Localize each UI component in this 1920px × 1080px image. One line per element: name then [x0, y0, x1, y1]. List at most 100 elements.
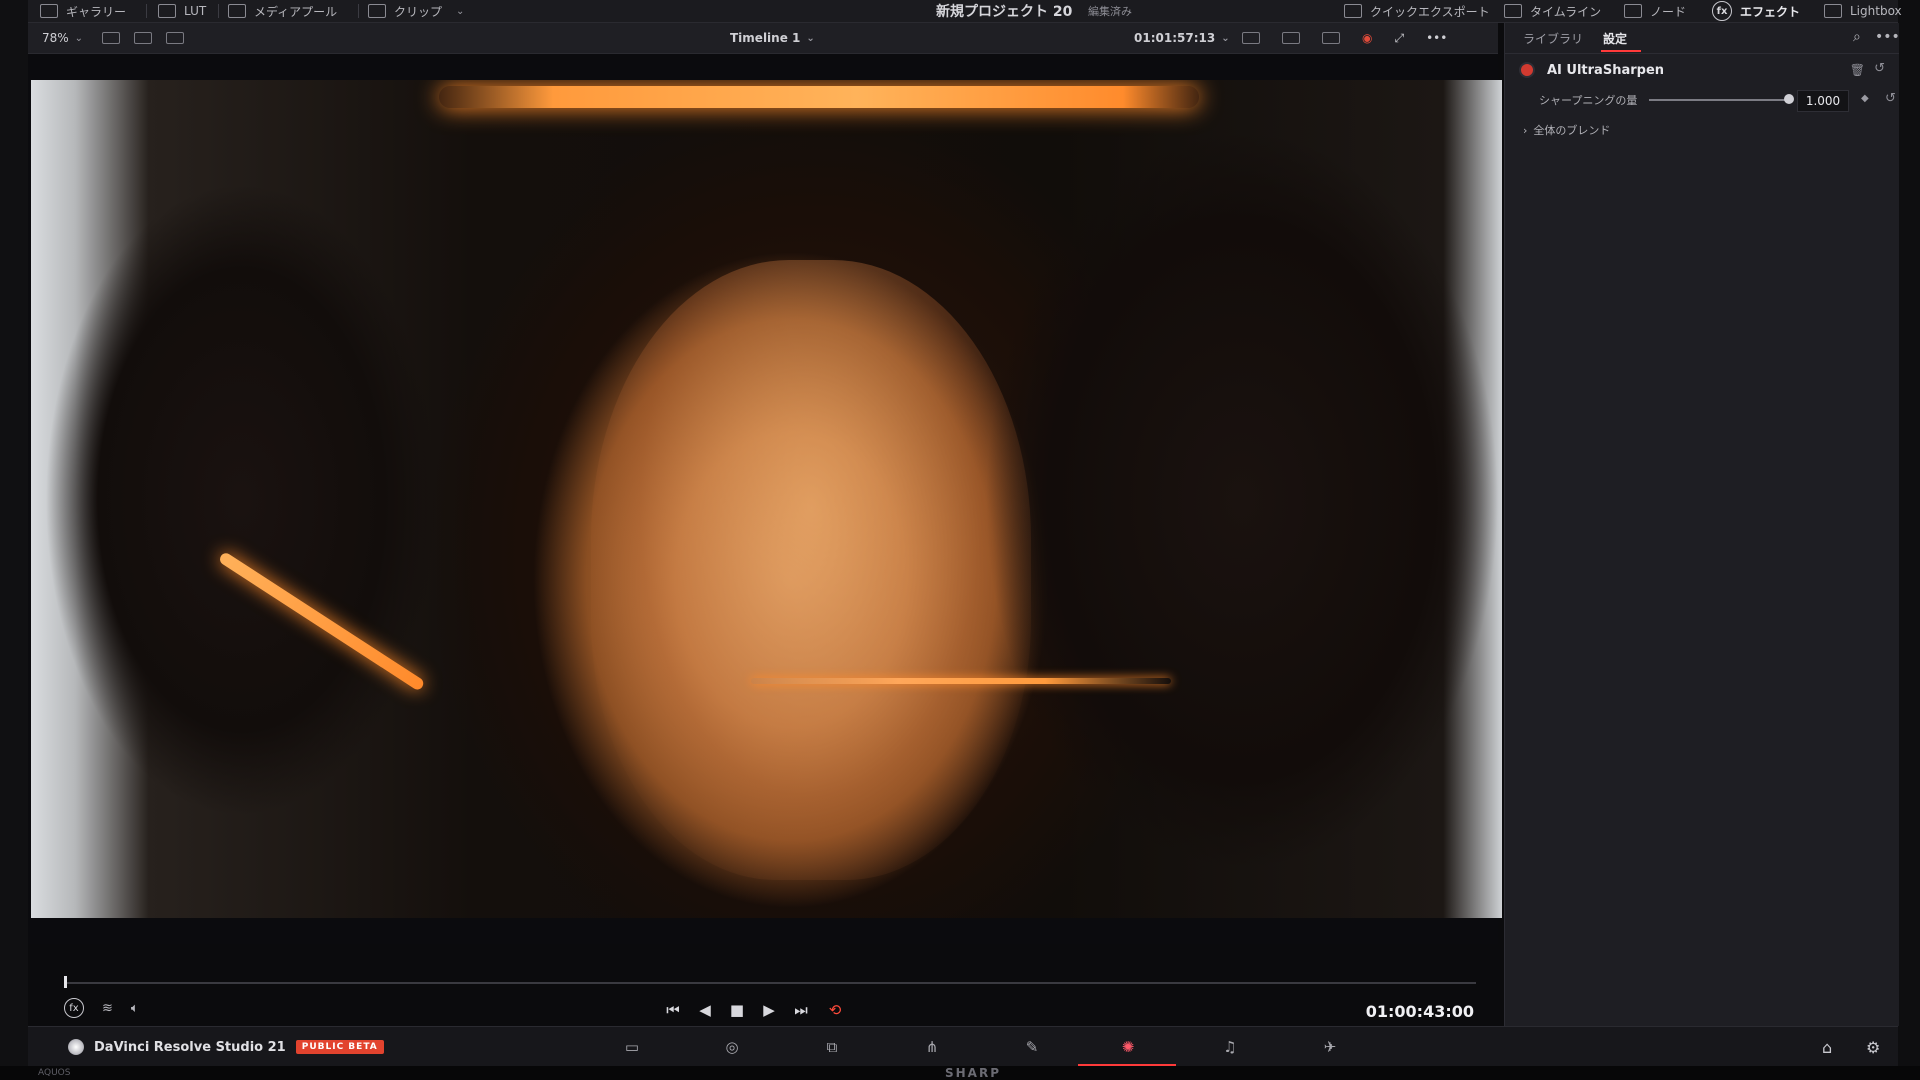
timeline-name: Timeline 1	[730, 31, 801, 45]
single-viewer-icon[interactable]	[102, 32, 120, 44]
viewer-tool-icons: ◉ ⤢ •••	[1242, 23, 1447, 53]
sharpen-amount-row: シャープニングの量 1.000 ◆ ↺	[1539, 89, 1896, 112]
timeline-button[interactable]: タイムライン	[1504, 0, 1601, 22]
deliver-page-icon[interactable]: ✈	[1300, 1027, 1360, 1067]
safe-area-icon[interactable]	[1242, 32, 1260, 44]
image-shade-left	[31, 80, 451, 918]
timeline-icon	[1504, 4, 1522, 18]
effects-button[interactable]: fx エフェクト	[1712, 0, 1800, 22]
more-options-icon[interactable]: •••	[1426, 31, 1447, 45]
public-beta-badge: PUBLIC BETA	[295, 1040, 384, 1054]
page-navigation-bar: DaVinci Resolve Studio 21 PUBLIC BETA ▭ …	[28, 1026, 1898, 1067]
viewer-timecode: 01:01:57:13	[1134, 31, 1216, 45]
inspector-tabs: ライブラリ 設定 ⌕ •••	[1505, 23, 1900, 54]
fx-icon: fx	[1712, 1, 1732, 21]
transport-bar: fx ≋ 🔈︎ ⏮︎ ◀ ■ ▶ ⏭︎ ⟲ 01:00:43:00	[28, 964, 1498, 1024]
divider	[358, 4, 359, 18]
lightbox-label: Lightbox	[1850, 4, 1902, 18]
node-button[interactable]: ノード	[1624, 0, 1686, 22]
media-page-icon[interactable]: ▭	[602, 1027, 662, 1067]
gallery-button[interactable]: ギャラリー	[40, 0, 126, 22]
viewer-toolbar: 78% ⌄ Timeline 1 ⌄ 01:01:57:13 ⌄ ◉ ⤢ •••	[28, 23, 1498, 54]
lightbox-button[interactable]: Lightbox	[1824, 0, 1902, 22]
clip-label: クリップ	[394, 4, 443, 19]
more-options-icon[interactable]: •••	[1875, 29, 1900, 45]
reset-icon[interactable]: ↺	[1885, 91, 1896, 106]
chevron-down-icon: ⌄	[456, 5, 465, 17]
timecode-dropdown[interactable]: 01:01:57:13 ⌄	[1134, 23, 1230, 53]
monitor-bezel-right	[1898, 0, 1920, 1080]
viewer-mode-icon[interactable]	[1282, 32, 1300, 44]
top-menu-bar: ギャラリー LUT メディアプール クリップ ⌄ 新規プロジェクト 20 編集済…	[28, 0, 1902, 23]
playhead[interactable]	[64, 976, 67, 988]
gallery-label: ギャラリー	[66, 4, 127, 19]
clip-button[interactable]: クリップ ⌄	[368, 0, 464, 22]
app-branding: DaVinci Resolve Studio 21 PUBLIC BETA	[68, 1027, 384, 1067]
slider-fill	[1649, 99, 1789, 101]
quick-export-button[interactable]: クイックエクスポート	[1344, 0, 1490, 22]
transform-icon[interactable]	[1322, 32, 1340, 44]
effect-header: AI UltraSharpen 🗑︎ ↺	[1519, 59, 1885, 81]
split-viewer-icon[interactable]	[166, 32, 184, 44]
node-label: ノード	[1650, 4, 1687, 19]
slider-handle[interactable]	[1784, 94, 1794, 104]
fairlight-page-icon[interactable]: ♫	[1200, 1027, 1260, 1067]
param-label: シャープニングの量	[1539, 94, 1638, 107]
monitor-bezel-left	[0, 0, 28, 1080]
divider	[146, 4, 147, 18]
skip-to-start-button[interactable]: ⏮︎	[662, 1001, 684, 1019]
export-icon	[1344, 4, 1362, 18]
layers-icon[interactable]: ≋	[102, 1001, 113, 1016]
color-page-icon[interactable]: ✎	[1002, 1027, 1062, 1067]
timeline-selector[interactable]: Timeline 1 ⌄	[730, 23, 815, 53]
play-button[interactable]: ▶	[758, 1001, 780, 1019]
stop-button[interactable]: ■	[726, 1001, 748, 1019]
zoom-value: 78%	[42, 31, 69, 45]
skip-to-end-button[interactable]: ⏭︎	[790, 1001, 812, 1019]
fullscreen-icon[interactable]: ⤢	[1394, 31, 1404, 46]
media-pool-button[interactable]: メディアプール	[228, 0, 337, 22]
edit-page-icon[interactable]: ⧉	[802, 1027, 862, 1067]
chevron-right-icon: ›	[1523, 123, 1528, 137]
lut-icon	[158, 4, 176, 18]
effect-enable-toggle[interactable]	[1519, 62, 1535, 78]
monitor-brand-label: SHARP	[945, 1066, 1002, 1080]
reverse-play-button[interactable]: ◀	[694, 1001, 716, 1019]
node-icon	[1624, 4, 1642, 18]
zoom-dropdown[interactable]: 78% ⌄	[42, 23, 83, 53]
reset-icon[interactable]: ↺	[1874, 61, 1885, 76]
color-picker-icon[interactable]: ◉	[1362, 31, 1372, 45]
viewer-left-controls: fx ≋ 🔈︎	[64, 998, 139, 1018]
global-blend-section[interactable]: › 全体のブレンド	[1523, 119, 1610, 141]
tab-settings[interactable]: 設定	[1603, 23, 1627, 53]
inspector-panel: ライブラリ 設定 ⌕ ••• AI UltraSharpen 🗑︎ ↺ シャープ…	[1504, 23, 1900, 1026]
loop-button[interactable]: ⟲	[824, 1001, 846, 1019]
chevron-down-icon: ⌄	[1221, 32, 1230, 44]
fx-bypass-icon[interactable]: fx	[64, 998, 84, 1018]
blend-label: 全体のブレンド	[1533, 124, 1611, 137]
sharpen-amount-input[interactable]: 1.000	[1797, 90, 1849, 112]
quick-export-label: クイックエクスポート	[1370, 4, 1490, 19]
lightbox-icon	[1824, 4, 1842, 18]
keyframe-icon[interactable]: ◆	[1861, 93, 1869, 104]
grid-viewer-icon[interactable]	[134, 32, 152, 44]
settings-gear-icon[interactable]: ⚙	[1866, 1027, 1880, 1067]
image-shade-right	[982, 80, 1502, 918]
transport-timecode: 01:00:43:00	[1365, 1002, 1474, 1021]
viewer-image[interactable]	[31, 80, 1502, 918]
app-name: DaVinci Resolve Studio 21	[94, 1039, 286, 1055]
tab-library[interactable]: ライブラリ	[1523, 23, 1583, 53]
scrubber-track[interactable]	[64, 982, 1476, 984]
lut-button[interactable]: LUT	[158, 0, 206, 22]
fusion-page-icon[interactable]: ⋔	[902, 1027, 962, 1067]
image-light-streak-middle	[751, 678, 1171, 684]
search-icon[interactable]: ⌕	[1853, 29, 1861, 45]
active-tab-indicator	[1601, 50, 1641, 52]
davinci-logo-icon	[68, 1039, 84, 1055]
home-icon[interactable]: ⌂	[1822, 1027, 1832, 1067]
cut-page-icon[interactable]: ◎	[702, 1027, 762, 1067]
effects-page-icon[interactable]: ✺	[1098, 1027, 1158, 1067]
volume-icon[interactable]: 🔈︎	[131, 1001, 139, 1016]
timeline-label: タイムライン	[1530, 4, 1602, 19]
trash-icon[interactable]: 🗑︎	[1850, 63, 1865, 77]
